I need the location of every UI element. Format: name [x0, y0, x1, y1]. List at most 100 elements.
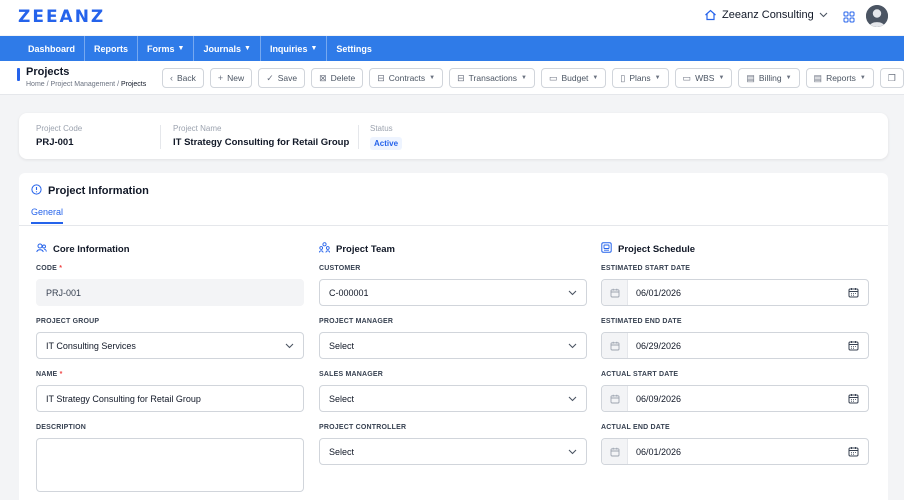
breadcrumb-project-management[interactable]: Project Management: [51, 81, 116, 88]
calendar-picker-icon[interactable]: [848, 393, 859, 406]
transactions-button[interactable]: ⊟ Transactions ▼: [449, 68, 535, 88]
breadcrumb: Home / Project Management / Projects: [26, 81, 147, 88]
summary-name: Project Name IT Strategy Consulting for …: [173, 124, 349, 148]
estimated-start-value: 06/01/2026: [636, 287, 682, 298]
info-icon: [31, 182, 42, 200]
summary-status: Status Active: [370, 124, 403, 151]
nav-inquiries[interactable]: Inquiries ▼: [261, 36, 328, 61]
summary-code-value: PRJ-001: [36, 137, 74, 148]
summary-status-label: Status: [370, 124, 393, 133]
apps-grid-icon[interactable]: [843, 10, 855, 28]
estimated-start-label: ESTIMATED START DATE: [601, 265, 691, 272]
project-schedule-header: Project Schedule: [601, 240, 695, 258]
calendar-picker-icon[interactable]: [848, 446, 859, 459]
button-label: New: [227, 73, 245, 83]
nav-label: Reports: [94, 43, 129, 54]
name-input[interactable]: IT Strategy Consulting for Retail Group: [36, 385, 304, 412]
calendar-picker-icon[interactable]: [848, 340, 859, 353]
nav-label: Dashboard: [28, 43, 76, 54]
title-accent: [17, 68, 20, 81]
plans-button[interactable]: ▯ Plans ▼: [612, 68, 669, 88]
project-controller-select[interactable]: Select: [319, 438, 587, 465]
actual-end-label: ACTUAL END DATE: [601, 424, 670, 431]
save-button[interactable]: ✓ Save: [258, 68, 306, 88]
required-marker: *: [59, 265, 63, 272]
button-label: Back: [177, 73, 196, 83]
code-label: CODE *: [36, 265, 62, 272]
project-manager-select[interactable]: Select: [319, 332, 587, 359]
nav-forms[interactable]: Forms ▼: [138, 36, 195, 61]
status-badge: Active: [370, 137, 403, 150]
button-label: Billing: [758, 73, 782, 83]
calendar-picker-icon[interactable]: [848, 287, 859, 300]
project-information-panel: Project Information General Core Informa…: [19, 173, 888, 500]
contracts-button[interactable]: ⊟ Contracts ▼: [369, 68, 444, 88]
chevron-down-icon: ▼: [429, 75, 436, 81]
chevron-down-icon: ▼: [785, 75, 792, 81]
wbs-button[interactable]: ▭ WBS ▼: [674, 68, 733, 88]
reports-icon: ▤: [813, 72, 823, 83]
estimated-start-date-field[interactable]: 06/01/2026: [601, 279, 869, 306]
contract-icon: ⊟: [377, 72, 385, 83]
nav-journals[interactable]: Journals ▼: [194, 36, 261, 61]
back-button[interactable]: ‹ Back: [162, 68, 204, 88]
calendar-icon: [602, 333, 628, 358]
required-marker: *: [59, 371, 63, 378]
reports-button[interactable]: ▤ Reports ▼: [805, 68, 874, 88]
wbs-icon: ▭: [682, 72, 692, 83]
project-team-title: Project Team: [336, 243, 395, 255]
main-nav: Dashboard Reports Forms ▼ Journals ▼ Inqui…: [0, 36, 904, 61]
chevron-down-icon: [568, 447, 577, 457]
folder-icon: ▭: [548, 72, 558, 83]
budget-button[interactable]: ▭ Budget ▼: [540, 68, 607, 88]
summary-divider: [160, 125, 161, 149]
chevron-down-icon: ▼: [654, 75, 661, 81]
project-group-value: IT Consulting Services: [46, 340, 136, 351]
more-button[interactable]: ❐: [879, 68, 904, 88]
summary-name-value: IT Strategy Consulting for Retail Group: [173, 137, 350, 148]
calendar-icon: [602, 386, 628, 411]
app-logo[interactable]: ZEEANZ: [18, 7, 105, 27]
schedule-icon: [601, 240, 612, 258]
actual-end-date-field[interactable]: 06/01/2026: [601, 438, 869, 465]
company-switcher[interactable]: Zeeanz Consulting: [704, 9, 828, 21]
delete-button[interactable]: ⊠ Delete: [311, 68, 364, 88]
new-button[interactable]: + New: [209, 68, 253, 88]
chevron-left-icon: ‹: [170, 73, 173, 83]
code-value: PRJ-001: [46, 287, 82, 298]
button-label: Reports: [826, 73, 856, 83]
nav-reports[interactable]: Reports: [85, 36, 139, 61]
chevron-down-icon: [568, 394, 577, 404]
summary-divider: [358, 125, 359, 149]
billing-icon: ▤: [746, 72, 755, 83]
nav-label: Journals: [203, 43, 241, 54]
users-icon: [36, 240, 47, 258]
panel-title: Project Information: [48, 185, 149, 197]
actual-start-value: 06/09/2026: [636, 393, 682, 404]
estimated-end-date-field[interactable]: 06/29/2026: [601, 332, 869, 359]
chevron-down-icon: [819, 12, 828, 18]
estimated-end-label: ESTIMATED END DATE: [601, 318, 682, 325]
description-textarea[interactable]: [36, 438, 304, 492]
name-label-text: NAME: [36, 371, 58, 378]
nav-label: Inquiries: [269, 43, 308, 54]
project-summary-card: Project Code PRJ-001 Project Name IT Str…: [19, 113, 888, 159]
button-label: Delete: [330, 73, 356, 83]
tab-general[interactable]: General: [31, 207, 64, 224]
billing-button[interactable]: ▤ Billing ▼: [738, 68, 800, 88]
page-title: Projects: [26, 66, 70, 78]
nav-dashboard[interactable]: Dashboard: [19, 36, 86, 61]
sales-manager-select[interactable]: Select: [319, 385, 587, 412]
nav-label: Settings: [336, 43, 372, 54]
chevron-down-icon: [568, 341, 577, 351]
breadcrumb-home[interactable]: Home: [26, 81, 45, 88]
customer-select[interactable]: C-000001: [319, 279, 587, 306]
chevron-down-icon: ▼: [310, 45, 318, 52]
avatar[interactable]: [866, 5, 888, 27]
calendar-icon: [602, 280, 628, 305]
nav-settings[interactable]: Settings: [327, 36, 381, 61]
name-value: IT Strategy Consulting for Retail Group: [46, 393, 201, 404]
summary-code-label: Project Code: [36, 124, 83, 133]
project-group-select[interactable]: IT Consulting Services: [36, 332, 304, 359]
actual-start-date-field[interactable]: 06/09/2026: [601, 385, 869, 412]
